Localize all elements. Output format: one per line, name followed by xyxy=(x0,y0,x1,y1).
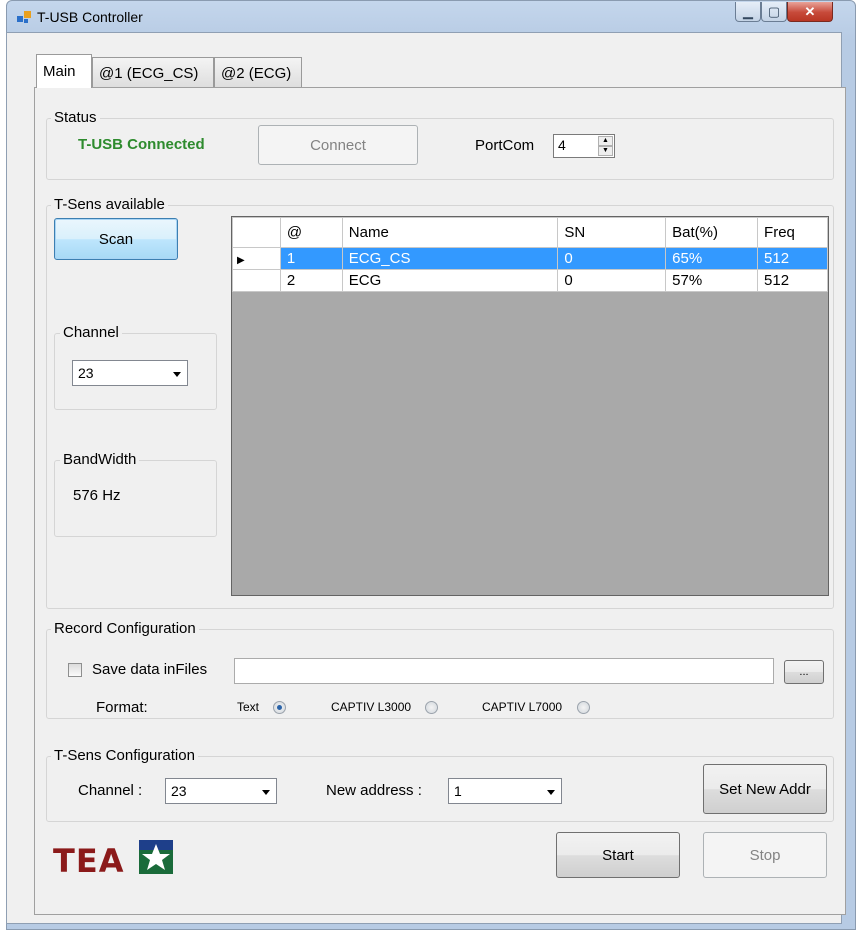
new-address-value: 1 xyxy=(454,783,462,799)
column-header-name[interactable]: Name xyxy=(341,217,559,248)
app-icon xyxy=(17,11,31,23)
new-address-label: New address : xyxy=(326,782,422,799)
spinner-up-icon[interactable]: ▲ xyxy=(598,136,613,146)
grid-corner-header xyxy=(232,217,281,248)
format-l3000-radio[interactable] xyxy=(425,701,438,714)
column-header-freq[interactable]: Freq xyxy=(757,217,828,248)
cell-bat[interactable]: 57% xyxy=(665,269,759,292)
cell-addr[interactable]: 2 xyxy=(279,269,343,292)
chevron-down-icon xyxy=(547,790,555,795)
row-header[interactable] xyxy=(232,269,281,292)
format-label: Format: xyxy=(96,699,148,716)
set-new-addr-button[interactable]: Set New Addr xyxy=(703,764,827,814)
portcom-label: PortCom xyxy=(475,137,535,154)
channel-group-label: Channel xyxy=(60,324,122,341)
format-text-label[interactable]: Text xyxy=(237,700,259,714)
tab-ecg-cs[interactable]: @1 (ECG_CS) xyxy=(92,57,214,87)
new-address-select[interactable]: 1 xyxy=(448,778,562,804)
close-icon: ✕ xyxy=(804,3,816,19)
connection-status-text: T-USB Connected xyxy=(78,136,205,153)
file-path-input[interactable] xyxy=(234,658,774,684)
format-l3000-label[interactable]: CAPTIV L3000 xyxy=(331,700,411,714)
save-files-checkbox[interactable] xyxy=(68,663,82,677)
format-text-radio[interactable] xyxy=(273,701,286,714)
close-button[interactable]: ✕ xyxy=(787,2,833,22)
tea-logo: TEA xyxy=(53,838,183,880)
bandwidth-group-label: BandWidth xyxy=(60,451,140,468)
tab-main[interactable]: Main xyxy=(36,54,92,88)
cell-freq[interactable]: 512 xyxy=(757,247,828,270)
table-row[interactable]: ▶ 1 ECG_CS 0 65% 512 xyxy=(232,247,828,270)
cell-sn[interactable]: 0 xyxy=(557,247,667,270)
scan-button[interactable]: Scan xyxy=(54,218,178,260)
connect-button[interactable]: Connect xyxy=(258,125,418,165)
start-button[interactable]: Start xyxy=(556,832,680,878)
chevron-down-icon xyxy=(173,372,181,377)
config-channel-label: Channel : xyxy=(78,782,143,799)
chevron-down-icon xyxy=(262,790,270,795)
table-row[interactable]: 2 ECG 0 57% 512 xyxy=(232,269,828,292)
cell-bat[interactable]: 65% xyxy=(665,247,759,270)
record-config-label: Record Configuration xyxy=(51,620,199,637)
grid-header-row: @ Name SN Bat(%) Freq xyxy=(232,217,828,248)
cell-freq[interactable]: 512 xyxy=(757,269,828,292)
sensors-grid[interactable]: @ Name SN Bat(%) Freq ▶ 1 ECG_CS 0 65% 5… xyxy=(231,216,829,596)
portcom-value: 4 xyxy=(558,137,566,153)
browse-button[interactable]: ... xyxy=(784,660,824,684)
format-l7000-radio[interactable] xyxy=(577,701,590,714)
tea-logo-text: TEA xyxy=(53,842,125,880)
cell-addr[interactable]: 1 xyxy=(279,247,343,270)
minimize-button[interactable]: ▁ xyxy=(735,2,761,22)
cell-name[interactable]: ECG xyxy=(341,269,559,292)
cell-name[interactable]: ECG_CS xyxy=(341,247,559,270)
bandwidth-value: 576 Hz xyxy=(73,487,121,504)
channel-select-value: 23 xyxy=(78,365,94,381)
spinner-down-icon[interactable]: ▼ xyxy=(598,146,613,156)
window-title: T-USB Controller xyxy=(37,9,143,25)
tab-ecg[interactable]: @2 (ECG) xyxy=(214,57,302,87)
maximize-icon: ▢ xyxy=(767,3,781,19)
logo-star-icon xyxy=(139,840,173,874)
config-channel-select[interactable]: 23 xyxy=(165,778,277,804)
config-channel-value: 23 xyxy=(171,783,187,799)
tsens-available-label: T-Sens available xyxy=(51,196,168,213)
title-bar[interactable]: T-USB Controller ▁ ▢ ✕ xyxy=(7,1,855,33)
column-header-bat[interactable]: Bat(%) xyxy=(665,217,759,248)
tsens-config-label: T-Sens Configuration xyxy=(51,747,198,764)
channel-select[interactable]: 23 xyxy=(72,360,188,386)
row-header-current[interactable]: ▶ xyxy=(232,247,281,270)
current-row-arrow-icon: ▶ xyxy=(237,255,245,266)
cell-sn[interactable]: 0 xyxy=(557,269,667,292)
column-header-addr[interactable]: @ xyxy=(279,217,343,248)
maximize-button[interactable]: ▢ xyxy=(761,2,787,22)
portcom-spinner[interactable]: 4 ▲ ▼ xyxy=(553,134,615,158)
status-group-label: Status xyxy=(51,109,100,126)
stop-button[interactable]: Stop xyxy=(703,832,827,878)
column-header-sn[interactable]: SN xyxy=(557,217,667,248)
format-l7000-label[interactable]: CAPTIV L7000 xyxy=(482,700,562,714)
minimize-icon: ▁ xyxy=(743,3,753,19)
save-files-label[interactable]: Save data inFiles xyxy=(92,661,207,678)
